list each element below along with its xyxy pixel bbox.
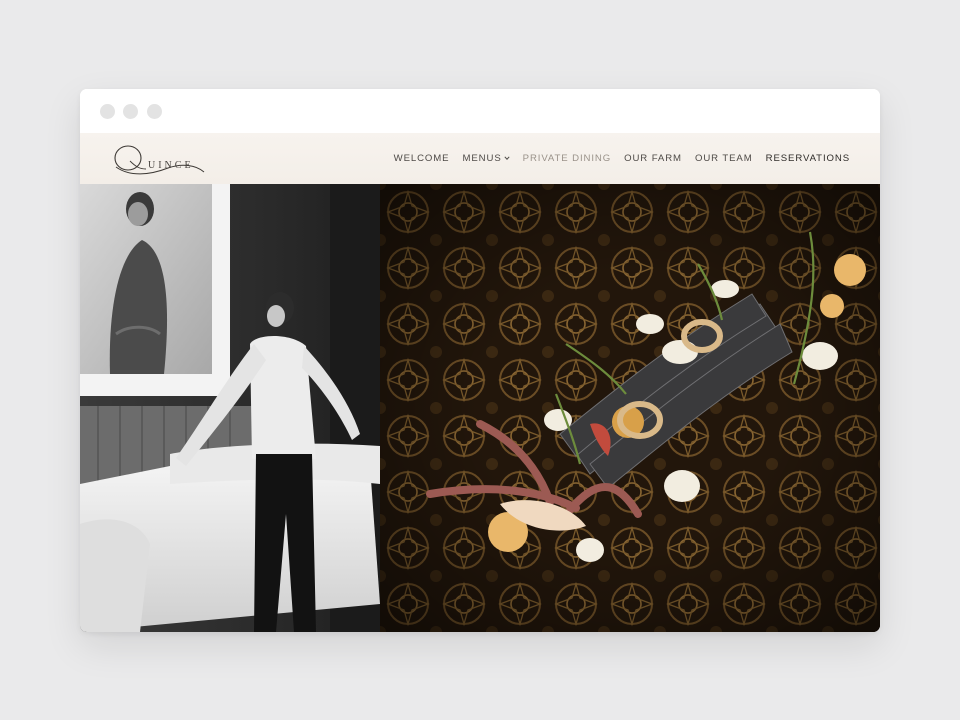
- site-header: UINCE WELCOME MENUS PRIVATE DINING OUR F…: [80, 133, 880, 184]
- page-viewport: UINCE WELCOME MENUS PRIVATE DINING OUR F…: [80, 133, 880, 632]
- nav-welcome[interactable]: WELCOME: [394, 153, 450, 164]
- hero-photo-dining-room: [80, 184, 380, 632]
- window-close-dot[interactable]: [100, 104, 115, 119]
- nav-private-dining-label: PRIVATE DINING: [522, 153, 612, 164]
- nav-our-farm[interactable]: OUR FARM: [624, 153, 682, 164]
- window-maximize-dot[interactable]: [147, 104, 162, 119]
- dining-room-illustration: [80, 184, 380, 632]
- nav-our-team-label: OUR TEAM: [694, 153, 753, 164]
- nav-our-team[interactable]: OUR TEAM: [695, 153, 753, 164]
- chevron-down-icon: [504, 155, 510, 160]
- nav-menus-label: MENUS: [462, 153, 502, 164]
- nav-welcome-label: WELCOME: [393, 153, 450, 164]
- logo-wordmark: UINCE: [148, 160, 194, 171]
- nav-reservations-label: RESERVATIONS: [765, 153, 850, 164]
- browser-window: UINCE WELCOME MENUS PRIVATE DINING OUR F…: [80, 89, 880, 632]
- nav-private-dining[interactable]: PRIVATE DINING: [523, 153, 611, 164]
- nav-reservations[interactable]: RESERVATIONS: [766, 153, 850, 164]
- plated-dish-illustration: [380, 184, 880, 632]
- hero-photo-plated-dish: [380, 184, 880, 632]
- window-minimize-dot[interactable]: [123, 104, 138, 119]
- nav-our-farm-label: OUR FARM: [624, 153, 682, 164]
- quince-logo[interactable]: UINCE: [110, 141, 210, 179]
- browser-titlebar: [80, 89, 880, 133]
- nav-menus[interactable]: MENUS: [462, 153, 510, 164]
- main-nav: WELCOME MENUS PRIVATE DINING OUR FARM OU…: [381, 133, 850, 184]
